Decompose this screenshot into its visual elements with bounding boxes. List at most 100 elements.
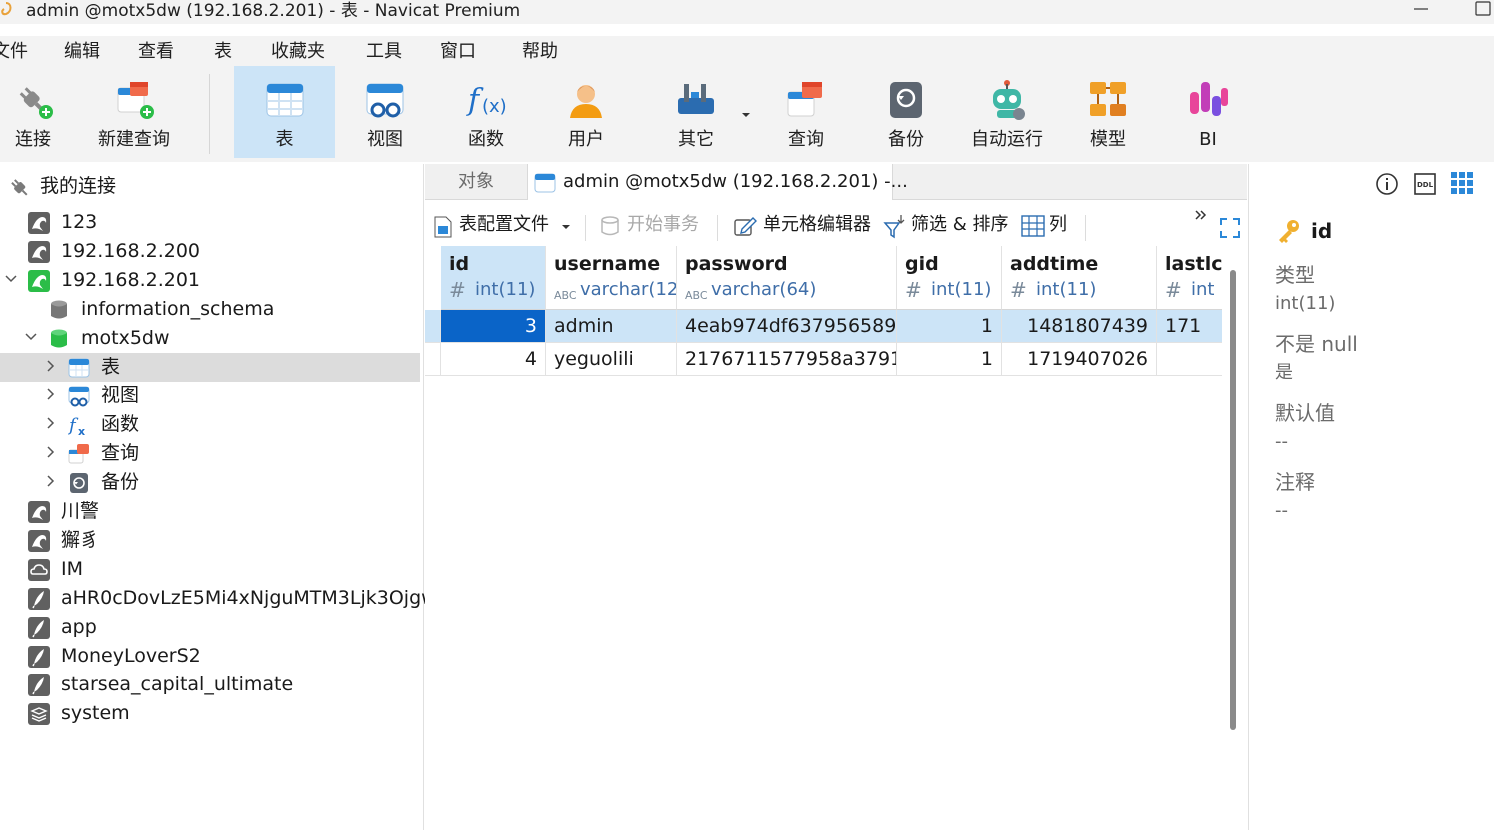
fullscreen-icon[interactable] xyxy=(1219,217,1241,239)
column-header[interactable]: lastlc # int xyxy=(1157,246,1222,310)
column-header[interactable]: username ABC varchar(12 xyxy=(546,246,677,310)
menu-edit[interactable]: 编辑 xyxy=(64,40,100,64)
row-selector[interactable] xyxy=(425,343,441,376)
toolbar-divider xyxy=(209,74,210,154)
table-cell[interactable]: 1 xyxy=(897,343,1002,376)
maximize-button[interactable] xyxy=(1472,0,1494,22)
table-button[interactable]: 表 xyxy=(234,66,335,158)
columns-button[interactable]: 列 xyxy=(1021,213,1081,239)
bi-label: BI xyxy=(1199,129,1217,150)
overflow-chevron-icon[interactable] xyxy=(1195,209,1207,223)
column-header[interactable]: id # int(11) xyxy=(441,246,546,310)
column-name: password xyxy=(685,253,788,275)
table-icon xyxy=(534,173,556,193)
menu-favorites[interactable]: 收藏夹 xyxy=(271,40,325,64)
tree-item[interactable]: 视图 xyxy=(0,381,420,410)
table-cell[interactable]: 1 xyxy=(897,310,1002,343)
view-icon xyxy=(68,386,90,407)
tree-item-label: 视图 xyxy=(101,384,140,406)
model-button[interactable]: 模型 xyxy=(1068,66,1148,158)
tree-item[interactable]: motx5dw xyxy=(0,324,420,353)
connect-button[interactable]: 连接 xyxy=(0,66,66,158)
tree-item[interactable]: 表 xyxy=(0,353,420,382)
menu-table[interactable]: 表 xyxy=(214,40,232,64)
table-cell[interactable]: yeguolili xyxy=(546,343,677,376)
tree-item[interactable]: MoneyLoverS2 xyxy=(0,642,420,671)
grid-view-icon[interactable] xyxy=(1449,170,1475,196)
vertical-scrollbar[interactable] xyxy=(1230,270,1236,730)
chevron-right-icon[interactable] xyxy=(44,445,58,459)
table-cell[interactable]: 3 xyxy=(441,310,546,343)
filter-sort-button[interactable]: 筛选 & 排序 xyxy=(883,213,1013,239)
column-type: int(11) xyxy=(1036,279,1097,300)
mysql-connection-icon xyxy=(28,212,50,234)
automation-button[interactable]: 自动运行 xyxy=(962,66,1052,158)
table-profile-button[interactable]: 表配置文件 xyxy=(433,213,573,239)
new-query-label: 新建查询 xyxy=(98,129,170,150)
tree-item[interactable]: IM xyxy=(0,555,420,584)
backup-button[interactable]: 备份 xyxy=(866,66,946,158)
info-icon[interactable] xyxy=(1375,172,1399,196)
tab-active-table[interactable]: admin @motx5dw (192.168.2.201) -... xyxy=(527,164,908,200)
table-cell[interactable]: 2176711577958a37913 xyxy=(677,343,897,376)
profile-doc-icon xyxy=(434,216,452,238)
sqlite-connection-icon xyxy=(28,617,50,639)
tree-item-label: app xyxy=(61,616,97,638)
new-query-button[interactable]: 新建查询 xyxy=(90,66,178,158)
toolbar-divider xyxy=(585,215,586,241)
other-dropdown-icon[interactable] xyxy=(741,111,751,119)
column-header[interactable]: password ABC varchar(64) xyxy=(677,246,897,310)
table-cell[interactable]: 1481807439 xyxy=(1002,310,1157,343)
cell-editor-button[interactable]: 单元格编辑器 xyxy=(733,213,875,239)
tree-item[interactable]: 查询 xyxy=(0,439,420,468)
begin-transaction-button[interactable]: 开始事务 xyxy=(599,213,719,239)
table-cell[interactable] xyxy=(1157,343,1222,376)
tree-item[interactable]: app xyxy=(0,613,420,642)
menu-view[interactable]: 查看 xyxy=(138,40,174,64)
row-selector[interactable] xyxy=(425,310,441,343)
query-button[interactable]: 查询 xyxy=(766,66,846,158)
chevron-right-icon[interactable] xyxy=(44,416,58,430)
column-header[interactable]: addtime # int(11) xyxy=(1002,246,1157,310)
tree-item[interactable]: aHR0cDovLzE5Mi4xNjguMTM3Ljk3OjgwMDAv xyxy=(0,584,491,613)
tree-item-label: 查询 xyxy=(101,442,140,464)
table-cell[interactable]: 1719407026 xyxy=(1002,343,1157,376)
tree-item[interactable]: starsea_capital_ultimate xyxy=(0,670,420,699)
table-cell[interactable]: 171 xyxy=(1157,310,1222,343)
chevron-right-icon[interactable] xyxy=(44,387,58,401)
tree-item[interactable]: f x 函数 xyxy=(0,410,420,439)
comment-value: -- xyxy=(1275,500,1288,521)
function-button[interactable]: f (x) 函数 xyxy=(446,66,526,158)
table-cell[interactable]: 4 xyxy=(441,343,546,376)
bi-button[interactable]: BI xyxy=(1168,66,1248,158)
other-button[interactable]: 其它 xyxy=(656,66,736,158)
tab-objects[interactable]: 对象 xyxy=(425,164,527,200)
tree-item[interactable]: information_schema xyxy=(0,295,420,324)
tree-item[interactable]: system xyxy=(0,699,420,728)
menu-help[interactable]: 帮助 xyxy=(522,40,558,64)
table-cell[interactable]: 4eab974df6379565897 xyxy=(677,310,897,343)
tab-active-label: admin @motx5dw (192.168.2.201) -... xyxy=(563,171,908,192)
chevron-right-icon[interactable] xyxy=(44,359,58,373)
menu-file[interactable]: 文件 xyxy=(0,40,28,64)
column-header[interactable]: gid # int(11) xyxy=(897,246,1002,310)
chevron-down-icon[interactable] xyxy=(24,330,38,344)
cell-editor-label: 单元格编辑器 xyxy=(763,214,871,235)
user-button[interactable]: 用户 xyxy=(546,66,626,158)
tree-item[interactable]: 123 xyxy=(0,208,420,237)
minimize-button[interactable] xyxy=(1408,0,1438,22)
tree-item[interactable]: 獬豸 xyxy=(0,526,420,555)
tree-item-label: 123 xyxy=(61,211,98,233)
ddl-icon[interactable]: DDL xyxy=(1413,172,1437,196)
table-cell[interactable]: admin xyxy=(546,310,677,343)
type-value: int(11) xyxy=(1275,293,1336,314)
menu-window[interactable]: 窗口 xyxy=(440,40,476,64)
tree-item[interactable]: 192.168.2.200 xyxy=(0,237,420,266)
tree-item[interactable]: 川警 xyxy=(0,497,420,526)
chevron-down-icon[interactable] xyxy=(4,272,18,286)
chevron-right-icon[interactable] xyxy=(44,474,58,488)
tree-item[interactable]: 备份 xyxy=(0,468,420,497)
tree-item[interactable]: 192.168.2.201 xyxy=(0,266,420,295)
view-button[interactable]: 视图 xyxy=(345,66,425,158)
menu-tools[interactable]: 工具 xyxy=(366,40,402,64)
